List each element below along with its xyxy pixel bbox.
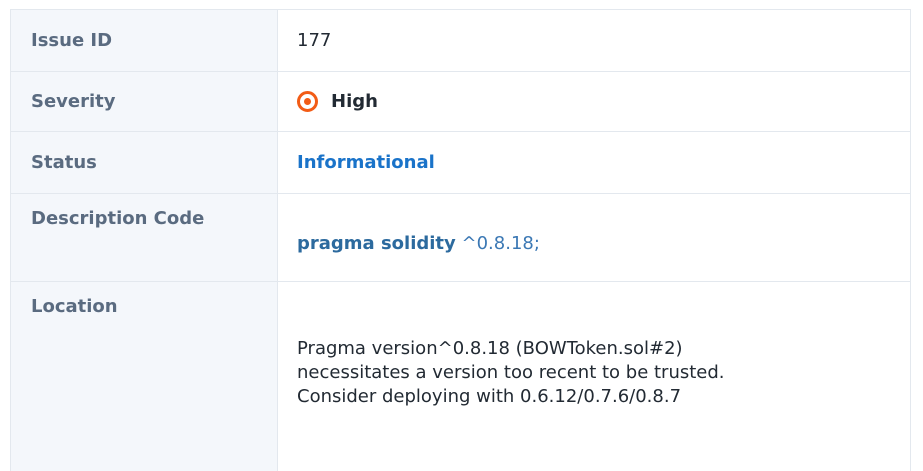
location-label: Location: [11, 282, 278, 471]
issue-id-value: 177: [278, 10, 910, 72]
location-line: necessitates a version too recent to be …: [297, 362, 725, 383]
status-text: Informational: [297, 152, 435, 173]
location-line: Pragma version^0.8.18 (BOWToken.sol#2): [297, 338, 683, 359]
status-value: Informational: [278, 132, 910, 194]
target-icon: [297, 91, 318, 112]
issue-id-label: Issue ID: [11, 10, 278, 72]
description-code-value: pragma solidity ^0.8.18;: [278, 194, 910, 282]
location-value: Pragma version^0.8.18 (BOWToken.sol#2) n…: [278, 282, 910, 471]
status-label: Status: [11, 132, 278, 194]
severity-value: High: [278, 72, 910, 132]
location-text: Pragma version^0.8.18 (BOWToken.sol#2) n…: [297, 337, 725, 409]
description-code-label: Description Code: [11, 194, 278, 282]
severity-text: High: [331, 91, 378, 112]
code-keyword: pragma solidity: [297, 233, 456, 254]
location-line: Consider deploying with 0.6.12/0.7.6/0.8…: [297, 386, 682, 407]
severity-label: Severity: [11, 72, 278, 132]
issue-details-table: Issue ID 177 Severity High Status Inform…: [10, 9, 911, 471]
code-version: ^0.8.18;: [461, 233, 540, 254]
